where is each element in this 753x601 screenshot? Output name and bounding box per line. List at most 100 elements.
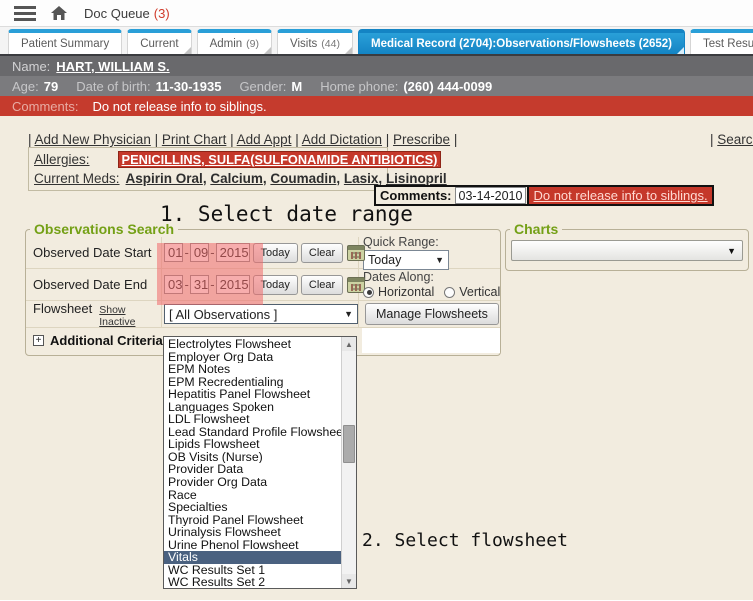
end-month-input[interactable]: 03 xyxy=(164,275,183,294)
med-link[interactable]: Aspirin Oral xyxy=(126,171,211,186)
scroll-thumb[interactable] xyxy=(343,425,355,463)
gender-label: Gender: xyxy=(239,79,286,94)
quick-range-select[interactable]: Today ▼ xyxy=(363,250,449,270)
expand-plus-icon[interactable]: + xyxy=(33,335,44,346)
comments-inline-box: Comments: 03-14-2010 Do not release info… xyxy=(374,185,714,206)
flowsheet-dropdown-list: Electrolytes Flowsheet Employer Org Data… xyxy=(163,336,357,589)
dropdown-option[interactable]: EPM Notes xyxy=(164,363,341,376)
tab[interactable]: Medical Record (2704):Observations/Flows… xyxy=(358,29,685,54)
action-link[interactable]: Prescribe xyxy=(393,132,457,147)
radio-icon xyxy=(363,287,374,298)
action-links: Add New Physician Print Chart Add Appt A… xyxy=(28,132,457,147)
dropdown-scrollbar[interactable]: ▲ ▼ xyxy=(341,337,356,588)
action-link[interactable]: Add Dictation xyxy=(302,132,393,147)
action-link[interactable]: Add Appt xyxy=(237,132,302,147)
tab[interactable]: Current xyxy=(127,29,191,54)
action-link[interactable]: Add New Physician xyxy=(35,132,162,147)
start-clear-button[interactable]: Clear xyxy=(301,243,343,263)
observed-date-start-row: Observed Date Start 01-09-2015 Today Cle… xyxy=(26,237,500,269)
flowsheet-label: Flowsheet xyxy=(33,301,92,316)
radio-horizontal[interactable]: Horizontal xyxy=(363,285,434,299)
tab-bar: Patient Summary Current Admin (9) Visits… xyxy=(0,27,753,56)
dropdown-option[interactable]: Urinalysis Flowsheet xyxy=(164,526,341,539)
start-today-button[interactable]: Today xyxy=(253,243,298,263)
age-label: Age: xyxy=(12,79,39,94)
scroll-down-icon[interactable]: ▼ xyxy=(342,574,356,588)
dob-value: 11-30-1935 xyxy=(156,79,222,94)
start-month-input[interactable]: 01 xyxy=(164,243,183,262)
tab[interactable]: Test Results (81) xyxy=(690,29,753,54)
dropdown-option[interactable]: Hepatitis Panel Flowsheet xyxy=(164,388,341,401)
home-icon[interactable] xyxy=(50,5,68,21)
observations-search-title: Observations Search xyxy=(30,221,178,237)
comments-date-field[interactable]: 03-14-2010 xyxy=(455,187,527,204)
start-year-input[interactable]: 2015 xyxy=(216,243,250,262)
start-calendar-icon[interactable] xyxy=(347,245,365,261)
med-link[interactable]: Lasix xyxy=(344,171,386,186)
phone-label: Home phone: xyxy=(320,79,398,94)
dropdown-option[interactable]: WC Results Set 1 xyxy=(164,564,341,577)
charts-panel: Charts ▼ xyxy=(505,221,749,271)
dropdown-option[interactable]: Specialties xyxy=(164,501,341,514)
patient-name-link[interactable]: HART, WILLIAM S. xyxy=(56,59,169,74)
dropdown-option[interactable]: Provider Org Data xyxy=(164,476,341,489)
show-inactive-link[interactable]: Show Inactive xyxy=(99,304,161,328)
med-link[interactable]: Calcium xyxy=(210,171,270,186)
top-bar: Doc Queue (3) xyxy=(0,0,753,27)
tab[interactable]: Patient Summary xyxy=(8,29,122,54)
age-value: 79 xyxy=(44,79,58,94)
dropdown-option[interactable]: Vitals xyxy=(164,551,341,564)
dropdown-option[interactable]: Provider Data xyxy=(164,463,341,476)
allergy-link[interactable]: PENICILLINS xyxy=(122,152,209,167)
tab[interactable]: Admin (9) xyxy=(197,29,272,54)
start-day-input[interactable]: 09 xyxy=(190,243,209,262)
med-link[interactable]: Coumadin xyxy=(270,171,344,186)
end-year-input[interactable]: 2015 xyxy=(216,275,250,294)
radio-vertical[interactable]: Vertical xyxy=(444,285,500,299)
comments-note-link[interactable]: Do not release info to siblings. xyxy=(529,185,713,206)
charts-title: Charts xyxy=(510,221,562,237)
tab[interactable]: Visits (44) xyxy=(277,29,353,54)
search-link[interactable]: | Search xyxy=(710,132,753,147)
dropdown-option[interactable]: Race xyxy=(164,489,341,502)
end-clear-button[interactable]: Clear xyxy=(301,275,343,295)
app-window: Doc Queue (3) Patient Summary Current Ad… xyxy=(0,0,753,601)
dropdown-option[interactable]: Employer Org Data xyxy=(164,351,341,364)
scroll-up-icon[interactable]: ▲ xyxy=(342,337,356,351)
dropdown-option[interactable]: LDL Flowsheet xyxy=(164,413,341,426)
dropdown-option[interactable]: Lipids Flowsheet xyxy=(164,438,341,451)
end-day-input[interactable]: 31 xyxy=(190,275,209,294)
allergy-link[interactable]: SULFA(SULFONAMIDE ANTIBIOTICS) xyxy=(208,152,437,167)
med-link[interactable]: Lisinopril xyxy=(386,171,447,186)
dropdown-option[interactable]: Urine Phenol Flowsheet xyxy=(164,539,341,552)
manage-flowsheets-button[interactable]: Manage Flowsheets xyxy=(365,303,499,325)
dates-along-label: Dates Along: xyxy=(363,270,500,284)
dropdown-option[interactable]: EPM Recredentialing xyxy=(164,376,341,389)
queue-title[interactable]: Doc Queue xyxy=(84,6,150,21)
date-start-label: Observed Date Start xyxy=(26,237,161,268)
allergy-list: PENICILLINSSULFA(SULFONAMIDE ANTIBIOTICS… xyxy=(118,151,442,168)
charts-select[interactable]: ▼ xyxy=(511,240,743,261)
menu-icon[interactable] xyxy=(14,12,36,15)
dropdown-option[interactable]: OB Visits (Nurse) xyxy=(164,451,341,464)
dropdown-option[interactable]: Languages Spoken xyxy=(164,401,341,414)
current-meds-label[interactable]: Current Meds: xyxy=(34,171,120,186)
dropdown-option[interactable]: Lead Standard Profile Flowsheet xyxy=(164,426,341,439)
name-label: Name: xyxy=(12,59,50,74)
additional-criteria-label[interactable]: Additional Criteria xyxy=(50,333,163,348)
action-link[interactable]: Print Chart xyxy=(162,132,237,147)
dropdown-option[interactable]: Thyroid Panel Flowsheet xyxy=(164,514,341,527)
date-end-label: Observed Date End xyxy=(26,269,161,300)
allergies-label[interactable]: Allergies: xyxy=(34,152,90,167)
chevron-down-icon: ▼ xyxy=(435,255,444,265)
dropdown-option[interactable]: Electrolytes Flowsheet xyxy=(164,338,341,351)
patient-comments-banner: Comments: Do not release info to sibling… xyxy=(0,96,753,116)
end-today-button[interactable]: Today xyxy=(253,275,298,295)
phone-value: (260) 444-0099 xyxy=(403,79,492,94)
flowsheet-row: Flowsheet Show Inactive [ All Observatio… xyxy=(26,301,500,328)
quick-range-label: Quick Range: xyxy=(363,235,500,249)
dropdown-option[interactable]: WC Results Set 2 xyxy=(164,576,341,588)
radio-icon xyxy=(444,287,455,298)
queue-count-badge: (3) xyxy=(154,6,170,21)
flowsheet-select[interactable]: [ All Observations ] ▼ xyxy=(164,304,358,324)
